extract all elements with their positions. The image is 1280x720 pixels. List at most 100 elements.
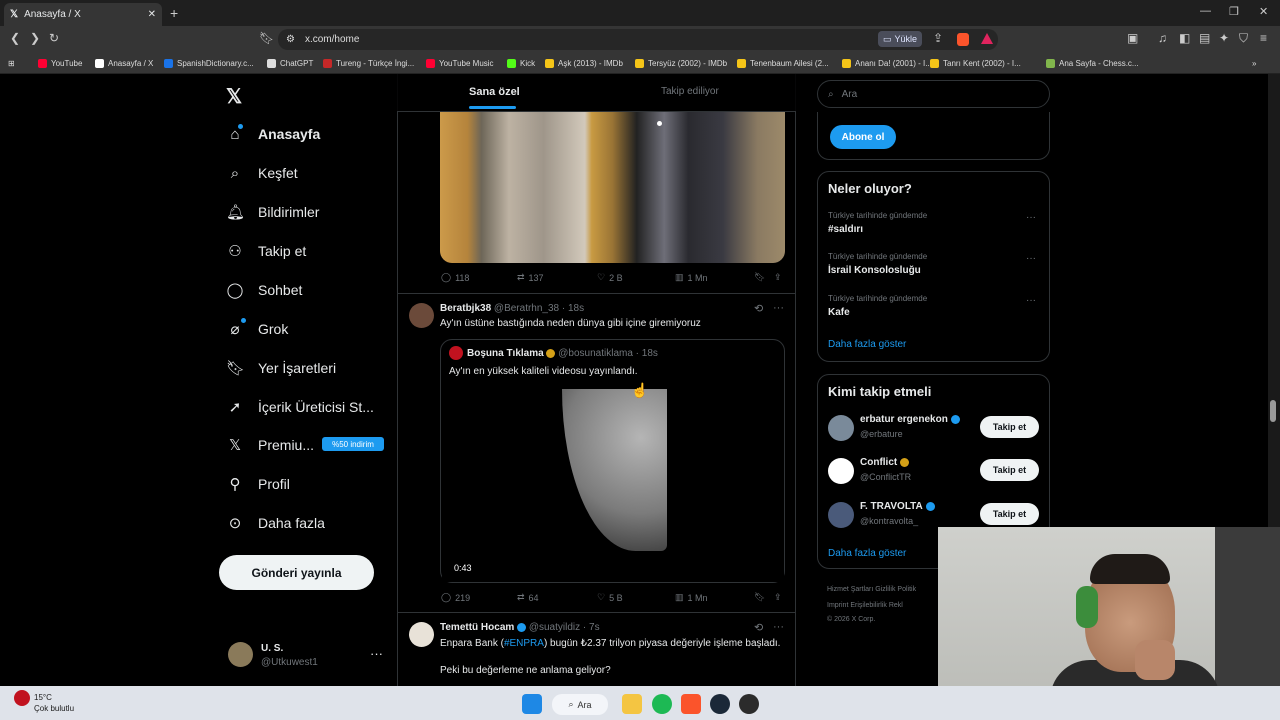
bookmark-item[interactable]: Ana Sayfa - Chess.c...: [1046, 55, 1139, 71]
bookmark-item[interactable]: ChatGPT: [267, 55, 313, 71]
bookmark-item[interactable]: Tanrı Kent (2002) - I...: [930, 55, 1021, 71]
hashtag-link[interactable]: #ENPRA: [504, 638, 544, 649]
suggested-name[interactable]: F. TRAVOLTA: [860, 501, 935, 512]
bookmark-item[interactable]: Ananı Da! (2001) - I...: [842, 55, 932, 71]
share-post-icon[interactable]: ⇪: [774, 592, 782, 603]
footer-links-2[interactable]: Imprint Erişilebilirlik Rekl: [827, 602, 903, 609]
site-info-icon[interactable]: ⚙: [286, 34, 295, 45]
sidebar-item-4[interactable]: ◯ Sohbet: [226, 278, 303, 302]
subscribe-button[interactable]: Abone ol: [830, 125, 896, 149]
bookmark-item[interactable]: Tersyüz (2002) - IMDb: [635, 55, 727, 71]
screenshot-icon[interactable]: ▣: [1127, 31, 1138, 45]
repost-action[interactable]: ⇄ 137: [517, 272, 544, 283]
post-author[interactable]: Beratbjk38 @Beratrhn_38 · 18s: [440, 303, 584, 314]
suggested-avatar[interactable]: [828, 502, 854, 528]
sidebar-item-10[interactable]: ⊙ Daha fazla: [226, 511, 325, 535]
user-avatar[interactable]: [228, 642, 253, 667]
weather-icon[interactable]: [14, 690, 30, 706]
bookmark-item[interactable]: Kick: [507, 55, 535, 71]
sidebar-item-1[interactable]: ⌕ Keşfet: [226, 161, 298, 185]
steam-icon[interactable]: [710, 694, 730, 714]
brave-shield-icon[interactable]: [957, 33, 969, 46]
maximize-button[interactable]: ❐: [1229, 5, 1239, 18]
vpn-icon[interactable]: ⛉: [1239, 31, 1248, 46]
who-show-more[interactable]: Daha fazla göster: [828, 548, 906, 559]
bookmark-item[interactable]: Tenenbaum Ailesi (2...: [737, 55, 829, 71]
install-button[interactable]: ▭ Yükle: [878, 31, 922, 47]
menu-icon[interactable]: ≡: [1260, 31, 1267, 45]
bookmark-item[interactable]: SpanishDictionary.c...: [164, 55, 254, 71]
trend-name[interactable]: #saldırı: [828, 224, 863, 235]
scrollbar-thumb[interactable]: [1270, 400, 1276, 422]
grok-icon[interactable]: ⟲: [754, 302, 763, 315]
new-tab-button[interactable]: +: [170, 5, 178, 21]
bookmark-page-icon[interactable]: 🔖︎: [259, 31, 274, 45]
repost-action[interactable]: ⇄ 64: [517, 592, 539, 603]
sidebar-item-6[interactable]: 🔖︎ Yer İşaretleri: [226, 356, 336, 380]
bookmark-item[interactable]: YouTube: [38, 55, 82, 71]
follow-button[interactable]: Takip et: [980, 503, 1039, 525]
x-logo-icon[interactable]: 𝕏: [226, 84, 242, 109]
suggested-name[interactable]: erbatur ergenekon: [860, 414, 960, 425]
start-icon[interactable]: [522, 694, 542, 714]
spotify-icon[interactable]: [652, 694, 672, 714]
share-icon[interactable]: ⇪: [933, 31, 943, 45]
bookmark-icon[interactable]: 🔖︎: [754, 592, 765, 603]
back-icon[interactable]: ❮: [10, 31, 20, 45]
trend-name[interactable]: Kafe: [828, 307, 850, 318]
follow-button[interactable]: Takip et: [980, 416, 1039, 438]
close-tab-icon[interactable]: ✕: [148, 9, 156, 20]
browser-tab[interactable]: 𝕏 Anasayfa / X ✕: [4, 3, 162, 26]
follow-button[interactable]: Takip et: [980, 459, 1039, 481]
trend-more-icon[interactable]: ···: [1026, 253, 1036, 264]
weather-widget[interactable]: 15°C Çok bulutlu: [34, 692, 74, 714]
bookmark-item[interactable]: YouTube Music: [426, 55, 494, 71]
sidebar-item-7[interactable]: ➚ İçerik Üreticisi St...: [226, 395, 374, 419]
views-action[interactable]: ▥ 1 Mn: [675, 272, 708, 283]
taskbar-search[interactable]: ⌕ Ara: [552, 694, 608, 715]
post-image[interactable]: [440, 112, 785, 263]
suggested-avatar[interactable]: [828, 415, 854, 441]
bookmark-icon[interactable]: 🔖︎: [754, 272, 765, 283]
trend-more-icon[interactable]: ···: [1026, 212, 1036, 223]
footer-links[interactable]: Hizmet Şartları Gizlilik Politik: [827, 586, 916, 593]
like-action[interactable]: ♡ 2 B: [597, 272, 623, 283]
apps-icon[interactable]: ⊞: [8, 55, 15, 71]
bookmark-item[interactable]: Tureng - Türkçe İngi...: [323, 55, 414, 71]
post-button[interactable]: Gönderi yayınla: [219, 555, 374, 590]
brave-rewards-icon[interactable]: [981, 33, 993, 44]
tab-following[interactable]: Takip ediliyor: [661, 86, 719, 97]
ai-icon[interactable]: ✦: [1219, 31, 1229, 45]
reply-action[interactable]: ◯ 118: [441, 272, 469, 283]
trend-more-icon[interactable]: ···: [1026, 295, 1036, 306]
tab-for-you[interactable]: Sana özel: [469, 86, 520, 109]
music-icon[interactable]: ♫: [1158, 31, 1167, 45]
post-author[interactable]: Temettü Hocam @suatyildiz · 7s: [440, 622, 600, 633]
views-action[interactable]: ▥ 1 Mn: [675, 592, 708, 603]
trends-show-more[interactable]: Daha fazla göster: [828, 339, 906, 350]
post-avatar[interactable]: [409, 303, 434, 328]
search-input[interactable]: ⌕ Ara: [817, 80, 1050, 108]
sidebar-icon[interactable]: ◧: [1179, 31, 1190, 45]
post-avatar[interactable]: [409, 622, 434, 647]
reload-icon[interactable]: ↻: [49, 31, 59, 45]
file-explorer-icon[interactable]: [622, 694, 642, 714]
sidebar-item-2[interactable]: 🔔︎ Bildirimler: [226, 200, 319, 224]
sidebar-item-8[interactable]: 𝕏 Premiu...: [226, 433, 314, 457]
more-bookmarks-icon[interactable]: »: [1252, 55, 1256, 71]
brave-icon[interactable]: [681, 694, 701, 714]
like-action[interactable]: ♡ 5 B: [597, 592, 623, 603]
reply-action[interactable]: ◯ 219: [441, 592, 470, 603]
sidebar-item-9[interactable]: ⚲ Profil: [226, 472, 290, 496]
bookmark-item[interactable]: Aşk (2013) - IMDb: [545, 55, 623, 71]
trend-name[interactable]: İsrail Konsolosluğu: [828, 265, 921, 276]
account-menu-icon[interactable]: ···: [370, 646, 383, 661]
app-icon[interactable]: [739, 694, 759, 714]
sidebar-item-3[interactable]: ⚇ Takip et: [226, 239, 306, 263]
grok-icon[interactable]: ⟲: [754, 621, 763, 634]
wallet-icon[interactable]: ▤: [1199, 31, 1210, 45]
minimize-button[interactable]: —: [1200, 5, 1211, 17]
more-icon[interactable]: ···: [773, 621, 784, 633]
close-window-button[interactable]: ✕: [1259, 5, 1268, 18]
bookmark-item[interactable]: Anasayfa / X: [95, 55, 153, 71]
